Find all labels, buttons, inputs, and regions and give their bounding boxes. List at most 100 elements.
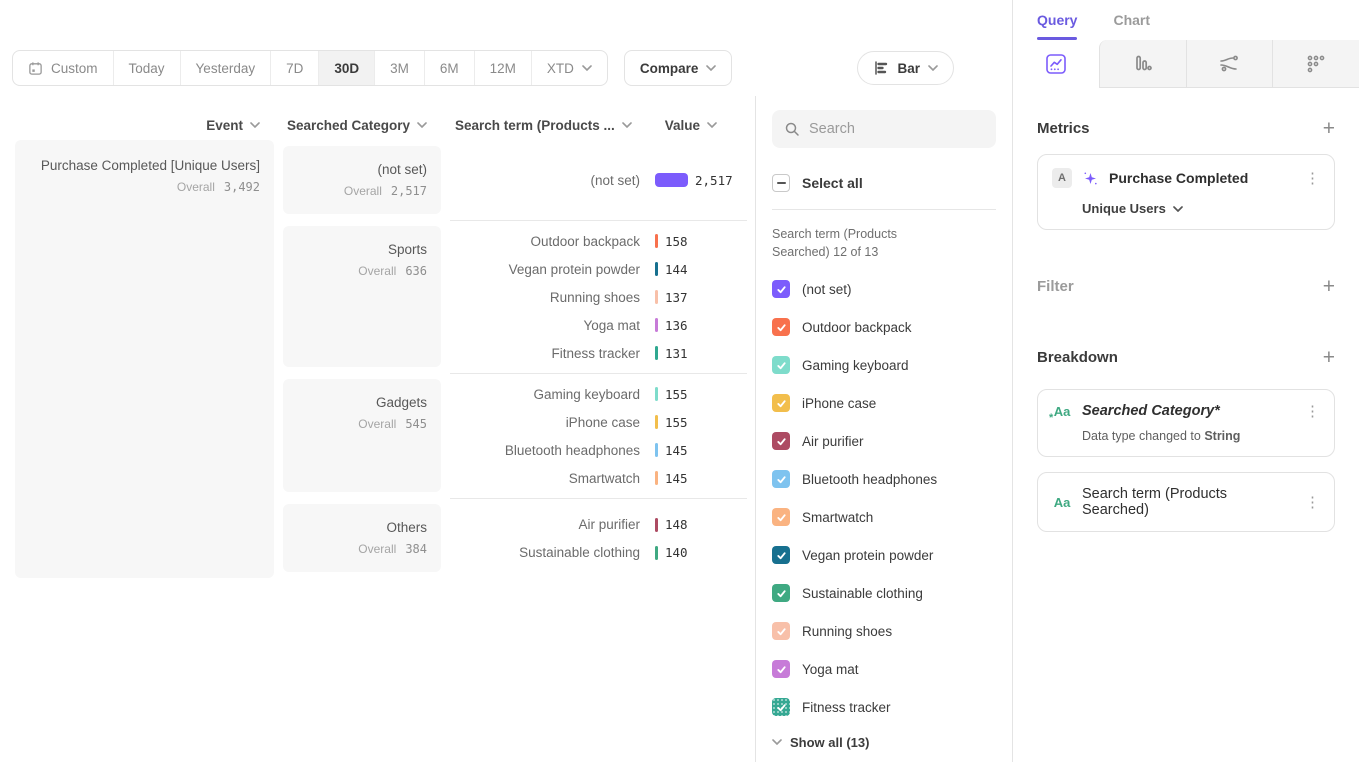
term-row[interactable]: Sustainable clothing 140 [450,539,747,567]
checkbox-checked[interactable] [772,470,790,488]
chart-type-label: Bar [897,61,920,76]
legend-item[interactable]: Bluetooth headphones [772,460,996,498]
term-row[interactable]: Outdoor backpack 158 [450,227,747,255]
term-rows: Outdoor backpack 158 Vegan protein powde… [450,220,747,373]
legend-item[interactable]: Yoga mat [772,650,996,688]
kebab-menu-icon[interactable]: ⋮ [1305,404,1320,419]
value-bar [655,262,658,276]
checkbox-checked[interactable] [772,280,790,298]
kebab-menu-icon[interactable]: ⋮ [1305,171,1320,186]
checkbox-checked[interactable] [772,394,790,412]
category-cell[interactable]: Gadgets Overall 545 [283,379,441,492]
query-panel: Query Chart [1013,0,1359,762]
add-filter-button[interactable]: + [1323,276,1335,297]
tab-chart[interactable]: Chart [1113,0,1150,40]
value-text: 148 [665,517,688,532]
column-header-value[interactable]: Value [665,118,747,133]
legend-item[interactable]: Air purifier [772,422,996,460]
kebab-menu-icon[interactable]: ⋮ [1305,495,1320,510]
show-all[interactable]: Show all (13) [772,726,996,758]
legend-item[interactable]: Vegan protein powder [772,536,996,574]
tab-retention-report[interactable] [1272,40,1359,88]
term-row[interactable]: (not set) 2,517 [450,166,747,194]
checkbox-indeterminate[interactable] [772,174,790,192]
checkbox-checked[interactable] [772,698,790,716]
category-name: Others [297,520,427,535]
date-range-xtd[interactable]: XTD [532,51,607,85]
term-row[interactable]: Smartwatch 145 [450,464,747,492]
category-cell[interactable]: Sports Overall 636 [283,226,441,367]
category-cell[interactable]: (not set) Overall 2,517 [283,146,441,214]
date-range-6m[interactable]: 6M [425,51,475,85]
breakdown-card[interactable]: Aa Search term (Products Searched) ⋮ [1037,472,1335,532]
legend-item-label: Yoga mat [802,662,859,677]
measure-selector[interactable]: Unique Users [1052,201,1320,216]
column-header-category[interactable]: Searched Category [283,118,441,133]
date-range-30d[interactable]: 30D [319,51,375,85]
tab-funnels-report[interactable] [1099,40,1186,88]
tab-flows-report[interactable] [1186,40,1273,88]
term-label: Bluetooth headphones [450,443,640,458]
tab-insights-report[interactable] [1013,40,1099,88]
search-input[interactable] [809,121,984,137]
term-row[interactable]: Running shoes 137 [450,283,747,311]
checkbox-checked[interactable] [772,432,790,450]
checkbox-checked[interactable] [772,584,790,602]
date-range-custom[interactable]: Custom [13,51,114,85]
dots-grid-icon [1305,53,1327,75]
breakdown-card[interactable]: Aa* Searched Category* ⋮ Data type chang… [1037,389,1335,457]
toolbar: Custom Today Yesterday 7D 30D 3M 6M 12M [0,0,1012,96]
legend-item[interactable]: Fitness tracker [772,688,996,726]
value-bar [655,318,658,332]
tab-query[interactable]: Query [1037,0,1077,40]
date-range-label: Custom [51,61,98,76]
category-cell[interactable]: Others Overall 384 [283,504,441,572]
term-row[interactable]: Yoga mat 136 [450,311,747,339]
compare-button[interactable]: Compare [624,50,733,86]
date-range-12m[interactable]: 12M [475,51,532,85]
add-breakdown-button[interactable]: + [1323,347,1335,368]
legend-item[interactable]: Running shoes [772,612,996,650]
event-cell[interactable]: Purchase Completed [Unique Users] Overal… [15,140,274,578]
value-bar [655,471,658,485]
select-all[interactable]: Select all [772,174,996,192]
checkbox-checked[interactable] [772,356,790,374]
legend-item[interactable]: Sustainable clothing [772,574,996,612]
chevron-down-icon [622,122,632,128]
legend-item[interactable]: iPhone case [772,384,996,422]
term-row[interactable]: Air purifier 148 [450,511,747,539]
metric-event-name: Purchase Completed [1109,170,1295,186]
term-label: Air purifier [450,517,640,532]
term-row[interactable]: Bluetooth headphones 145 [450,436,747,464]
date-range-today[interactable]: Today [114,51,181,85]
add-metric-button[interactable]: + [1323,118,1335,139]
date-range-yesterday[interactable]: Yesterday [181,51,272,85]
table-body: Purchase Completed [Unique Users] Overal… [15,140,755,578]
column-header-event[interactable]: Event [15,118,274,133]
column-header-term[interactable]: Search term (Products ... [450,118,632,133]
legend-item[interactable]: Gaming keyboard [772,346,996,384]
checkbox-checked[interactable] [772,546,790,564]
date-range-label: 12M [490,61,516,76]
measure-label: Unique Users [1082,201,1166,216]
legend-item[interactable]: Smartwatch [772,498,996,536]
metric-card[interactable]: A Purchase Completed ⋮ Unique Users [1037,154,1335,230]
search-icon [784,121,800,137]
value-bar [655,518,658,532]
checkbox-checked[interactable] [772,622,790,640]
checkbox-checked[interactable] [772,318,790,336]
date-range-7d[interactable]: 7D [271,51,319,85]
value-bar [655,173,688,187]
term-row[interactable]: Fitness tracker 131 [450,339,747,367]
term-row[interactable]: Vegan protein powder 144 [450,255,747,283]
chart-type-button[interactable]: Bar [857,51,954,85]
legend-item[interactable]: (not set) [772,270,996,308]
date-range-3m[interactable]: 3M [375,51,425,85]
legend-item[interactable]: Outdoor backpack [772,308,996,346]
check-icon [776,322,787,333]
legend-search[interactable] [772,110,996,148]
checkbox-checked[interactable] [772,508,790,526]
checkbox-checked[interactable] [772,660,790,678]
term-row[interactable]: Gaming keyboard 155 [450,380,747,408]
term-row[interactable]: iPhone case 155 [450,408,747,436]
